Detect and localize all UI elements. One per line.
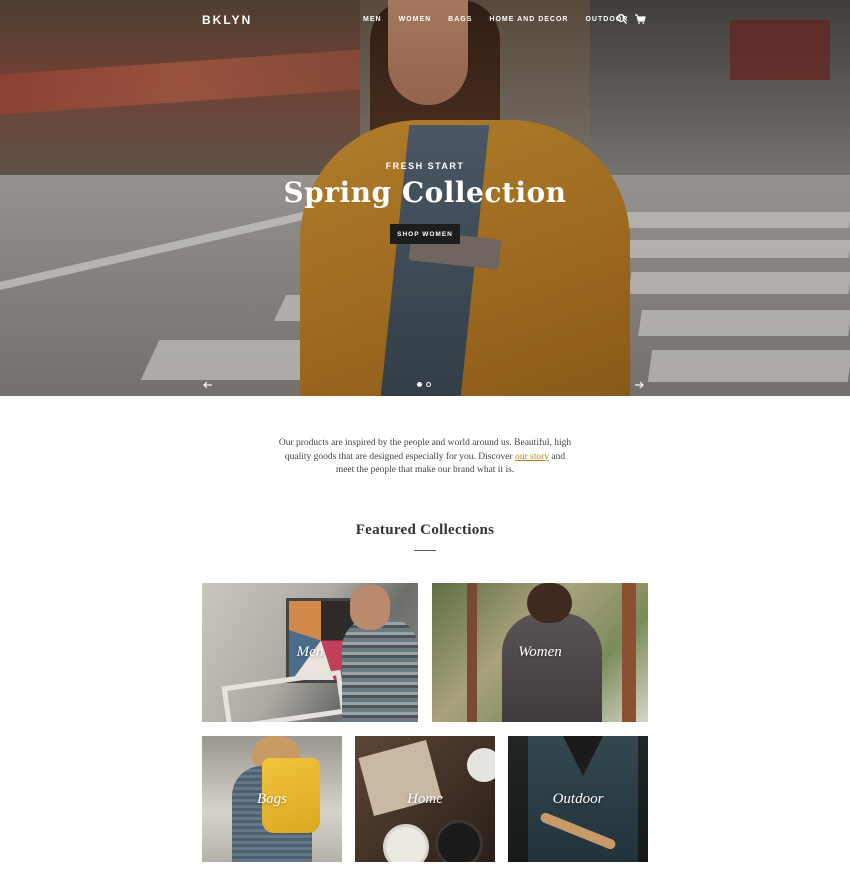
collection-tile-home[interactable]: Home [355, 736, 495, 862]
collection-tile-women[interactable]: Women [432, 583, 648, 722]
site-header: BKLYN MEN WOMEN BAGS HOME AND DECOR OUTD… [0, 0, 850, 40]
our-story-link[interactable]: our story [515, 452, 549, 462]
collection-label: Bags [257, 790, 287, 807]
nav-item-men[interactable]: MEN [363, 16, 382, 23]
main-menu: MEN WOMEN BAGS HOME AND DECOR OUTDOOR [363, 16, 645, 23]
nav-item-home-and-decor[interactable]: HOME AND DECOR [489, 16, 568, 23]
search-icon[interactable] [616, 13, 628, 25]
cart-icon[interactable] [634, 13, 646, 25]
collection-tile-outdoor[interactable]: Outdoor [508, 736, 648, 862]
collection-label: Home [407, 790, 443, 807]
collection-label: Men [296, 644, 324, 660]
slide-dot-2[interactable] [426, 382, 431, 387]
collection-label: Women [518, 644, 562, 660]
hero-title: Spring Collection [283, 176, 567, 209]
hero-banner: BKLYN MEN WOMEN BAGS HOME AND DECOR OUTD… [0, 0, 850, 396]
intro-text: Our products are inspired by the people … [275, 437, 575, 478]
arrow-left-icon[interactable] [202, 379, 214, 391]
hero-eyebrow: FRESH START [385, 161, 465, 171]
site-logo[interactable]: BKLYN [202, 13, 252, 27]
collection-tile-bags[interactable]: Bags [202, 736, 342, 862]
arrow-right-icon[interactable] [633, 379, 645, 391]
slide-indicator [417, 382, 431, 387]
shop-women-button[interactable]: SHOP WOMEN [390, 224, 460, 244]
nav-item-bags[interactable]: BAGS [448, 16, 472, 23]
nav-item-women[interactable]: WOMEN [399, 16, 432, 23]
slide-dot-1[interactable] [417, 382, 422, 387]
title-divider [414, 550, 436, 551]
featured-collections-title: Featured Collections [355, 522, 495, 538]
collection-tile-men[interactable]: Men [202, 583, 418, 722]
collection-label: Outdoor [552, 790, 604, 807]
